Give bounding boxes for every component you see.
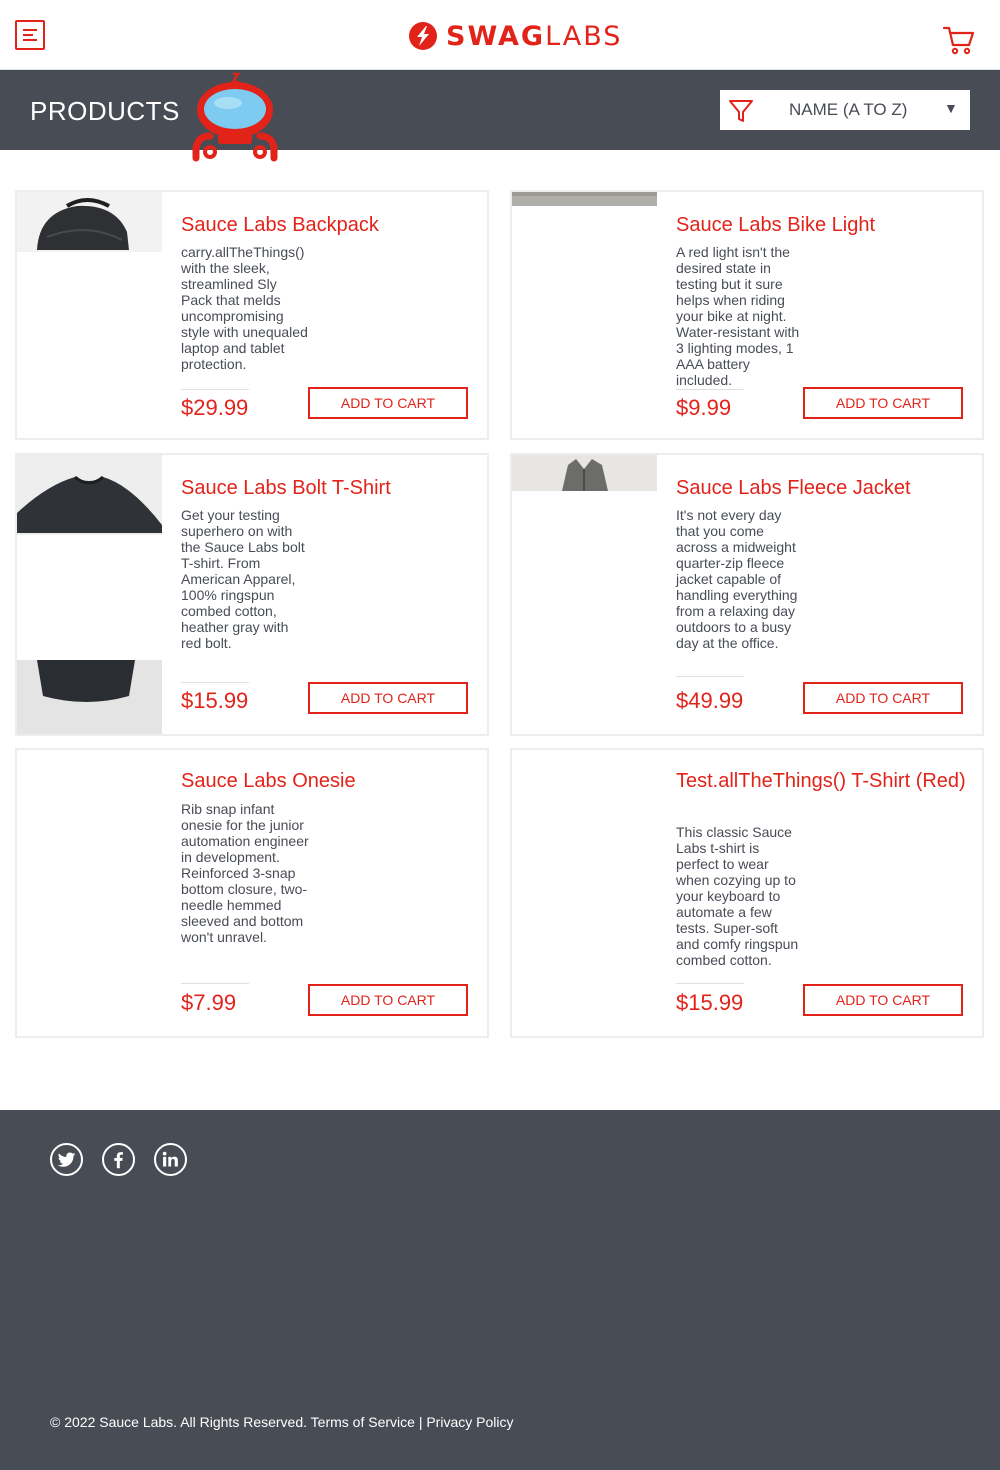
- filter-icon: [729, 100, 753, 122]
- divider: [181, 389, 249, 390]
- product-description: This classic Sauce Labs t-shirt is perfe…: [676, 824, 799, 968]
- secondary-header: PRODUCTS NAME (A TO Z) ▼: [0, 70, 1000, 150]
- inventory-item: Sauce Labs Bolt T-Shirt Get your testing…: [15, 453, 489, 736]
- add-to-cart-button[interactable]: ADD TO CART: [803, 984, 963, 1016]
- add-to-cart-button[interactable]: ADD TO CART: [803, 682, 963, 714]
- hamburger-icon: [23, 29, 37, 31]
- product-image-fleece-jacket[interactable]: [512, 455, 657, 734]
- product-price: $15.99: [676, 990, 744, 1015]
- product-price: $7.99: [181, 990, 237, 1015]
- footer-copyright: © 2022 Sauce Labs. All Rights Reserved. …: [50, 1414, 513, 1430]
- footer-separator: |: [418, 1414, 423, 1430]
- facebook-link[interactable]: [102, 1143, 135, 1176]
- inventory-item: Sauce Labs Fleece Jacket It's not every …: [510, 453, 984, 736]
- hamburger-line: [23, 34, 33, 36]
- chevron-down-icon: ▼: [944, 100, 958, 116]
- product-price: $49.99: [676, 688, 744, 713]
- logo-text-light: LABS: [545, 20, 623, 52]
- product-name[interactable]: Test.allTheThings() T-Shirt (Red): [676, 770, 966, 793]
- product-price: $9.99: [676, 395, 732, 420]
- linkedin-icon: [162, 1151, 178, 1167]
- divider: [676, 983, 744, 984]
- product-description: A red light isn't the desired state in t…: [676, 244, 800, 388]
- divider: [181, 983, 249, 984]
- hamburger-line: [23, 39, 37, 41]
- robot-mascot-icon: [192, 72, 278, 162]
- page-title: PRODUCTS: [30, 96, 180, 126]
- bolt-logo-icon: [409, 22, 437, 50]
- menu-button[interactable]: [15, 20, 45, 50]
- tshirt-bottom-image: [17, 660, 162, 734]
- linkedin-link[interactable]: [154, 1143, 187, 1176]
- product-description: carry.allTheThings() with the sleek, str…: [181, 244, 308, 372]
- logo-text-bold: SWAG: [446, 20, 546, 52]
- top-header: SWAGLABS: [0, 0, 1000, 70]
- terms-of-service-link[interactable]: Terms of Service: [311, 1414, 415, 1430]
- swag-labs-logo: SWAGLABS: [408, 20, 622, 52]
- bike-light-image: [512, 192, 657, 206]
- inventory-item: Test.allTheThings() T-Shirt (Red) This c…: [510, 748, 984, 1038]
- divider: [676, 389, 744, 390]
- product-image-bike-light[interactable]: [512, 192, 657, 438]
- twitter-link[interactable]: [50, 1143, 83, 1176]
- product-name[interactable]: Sauce Labs Fleece Jacket: [676, 477, 966, 500]
- shopping-cart-icon: [942, 26, 975, 55]
- product-image-bolt-tshirt[interactable]: [17, 455, 162, 734]
- twitter-icon: [57, 1152, 76, 1167]
- product-image-red-tshirt[interactable]: [512, 750, 657, 1036]
- fleece-jacket-image: [512, 455, 657, 491]
- product-name[interactable]: Sauce Labs Onesie: [181, 770, 471, 793]
- add-to-cart-button[interactable]: ADD TO CART: [308, 387, 468, 419]
- inventory-item: Sauce Labs Onesie Rib snap infant onesie…: [15, 748, 489, 1038]
- add-to-cart-button[interactable]: ADD TO CART: [803, 387, 963, 419]
- product-image-onesie[interactable]: [17, 750, 162, 1036]
- product-price: $15.99: [181, 688, 249, 713]
- backpack-image: [17, 192, 162, 252]
- facebook-icon: [114, 1152, 123, 1169]
- footer: © 2022 Sauce Labs. All Rights Reserved. …: [0, 1110, 1000, 1470]
- inventory-item: Sauce Labs Backpack carry.allTheThings()…: [15, 190, 489, 440]
- privacy-policy-link[interactable]: Privacy Policy: [426, 1414, 513, 1430]
- tshirt-top-image: [17, 455, 162, 535]
- product-description: It's not every day that you come across …: [676, 507, 798, 651]
- product-name[interactable]: Sauce Labs Bolt T-Shirt: [181, 477, 471, 500]
- product-price: $29.99: [181, 395, 249, 420]
- product-name[interactable]: Sauce Labs Backpack: [181, 214, 471, 237]
- sort-dropdown[interactable]: NAME (A TO Z) ▼: [720, 90, 970, 130]
- add-to-cart-button[interactable]: ADD TO CART: [308, 984, 468, 1016]
- shopping-cart-button[interactable]: [942, 24, 976, 56]
- product-description: Get your testing superhero on with the S…: [181, 507, 305, 651]
- sort-selected-value: NAME (A TO Z): [789, 100, 908, 119]
- product-image-backpack[interactable]: [17, 192, 162, 438]
- copyright-text: © 2022 Sauce Labs. All Rights Reserved.: [50, 1414, 308, 1430]
- divider: [676, 676, 744, 677]
- inventory-item: Sauce Labs Bike Light A red light isn't …: [510, 190, 984, 440]
- divider: [181, 682, 249, 683]
- product-description: Rib snap infant onesie for the junior au…: [181, 801, 309, 945]
- product-name[interactable]: Sauce Labs Bike Light: [676, 214, 966, 237]
- add-to-cart-button[interactable]: ADD TO CART: [308, 682, 468, 714]
